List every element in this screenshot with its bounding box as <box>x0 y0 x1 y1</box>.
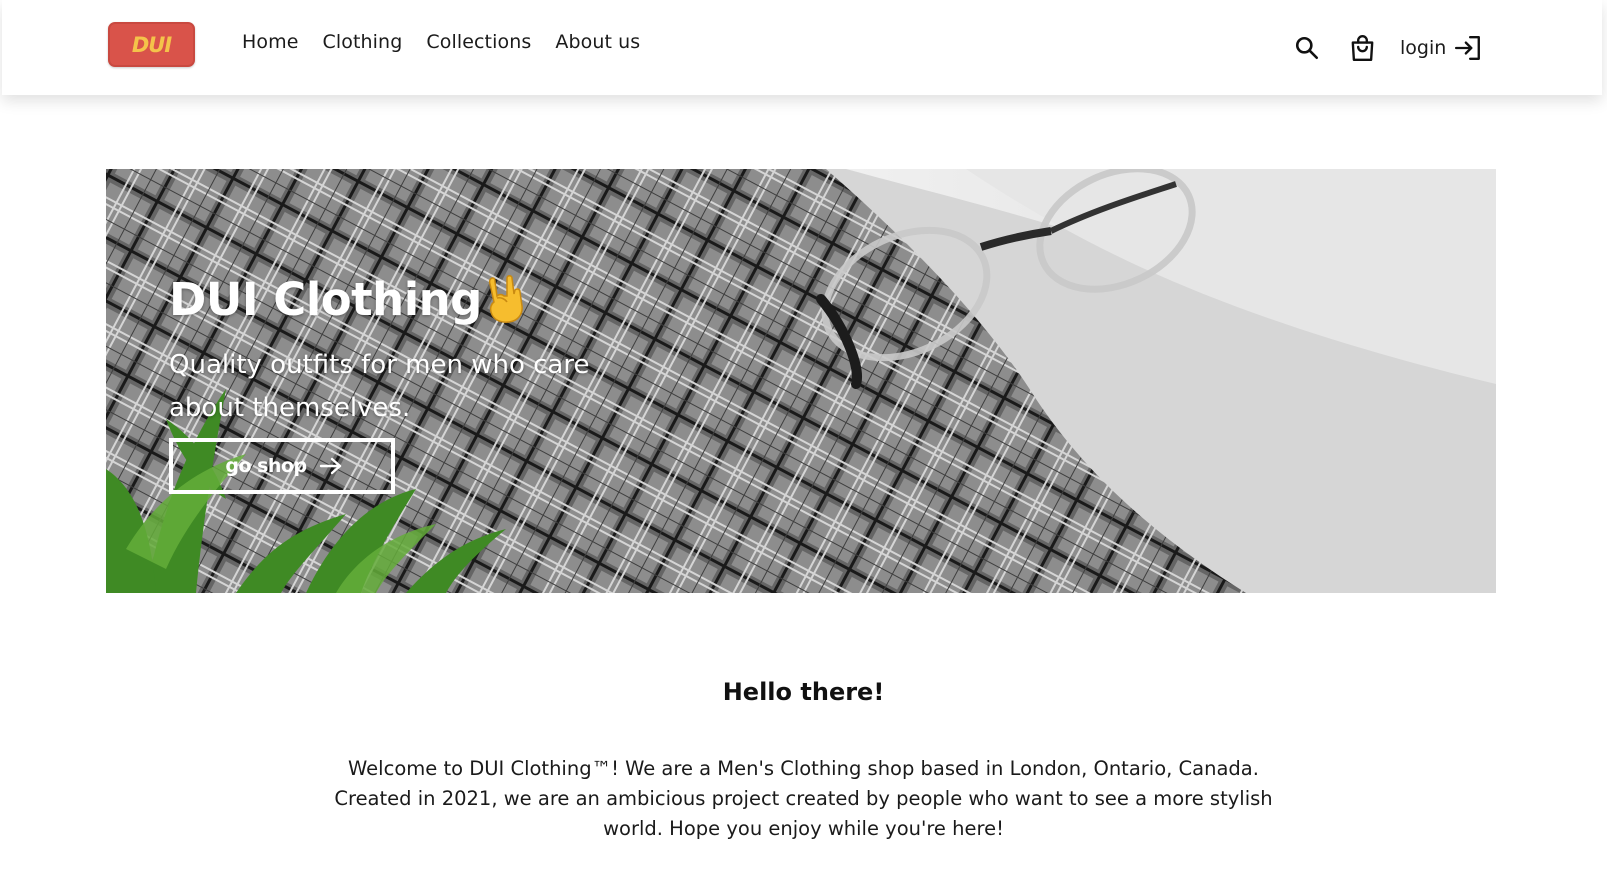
search-icon <box>1295 36 1319 60</box>
nav-link-home[interactable]: Home <box>242 31 299 53</box>
intro-heading: Hello there! <box>722 678 885 706</box>
logo-text: DUI <box>131 32 172 57</box>
sign-of-the-horns-emoji <box>488 275 523 323</box>
arrow-right-icon <box>319 457 341 475</box>
hero-subtitle: Quality outfits for men who care about t… <box>169 350 590 423</box>
nav-link-collections[interactable]: Collections <box>426 31 531 53</box>
top-navbar: DUI Home Clothing Collections About us l… <box>2 0 1602 95</box>
login-label: login <box>1400 37 1447 59</box>
shopping-bag-icon <box>1351 34 1373 62</box>
intro-body: Welcome to DUI Clothing™! We are a Men's… <box>334 757 1273 840</box>
go-shop-label: go shop <box>225 455 307 477</box>
hero-title: DUI Clothing <box>169 273 482 326</box>
nav-link-about-us[interactable]: About us <box>555 31 640 53</box>
brand-logo[interactable]: DUI <box>108 22 195 67</box>
nav-actions: login <box>1292 30 1482 66</box>
nav-link-clothing[interactable]: Clothing <box>323 31 403 53</box>
hero-banner: DUI Clothing Quality outfits for men who… <box>106 169 1496 593</box>
login-button[interactable]: login <box>1400 35 1482 61</box>
login-arrow-icon <box>1455 36 1481 60</box>
search-button[interactable] <box>1292 33 1322 63</box>
go-shop-button[interactable]: go shop <box>169 438 395 494</box>
cart-button[interactable] <box>1347 33 1377 63</box>
main-nav: Home Clothing Collections About us <box>242 31 664 53</box>
